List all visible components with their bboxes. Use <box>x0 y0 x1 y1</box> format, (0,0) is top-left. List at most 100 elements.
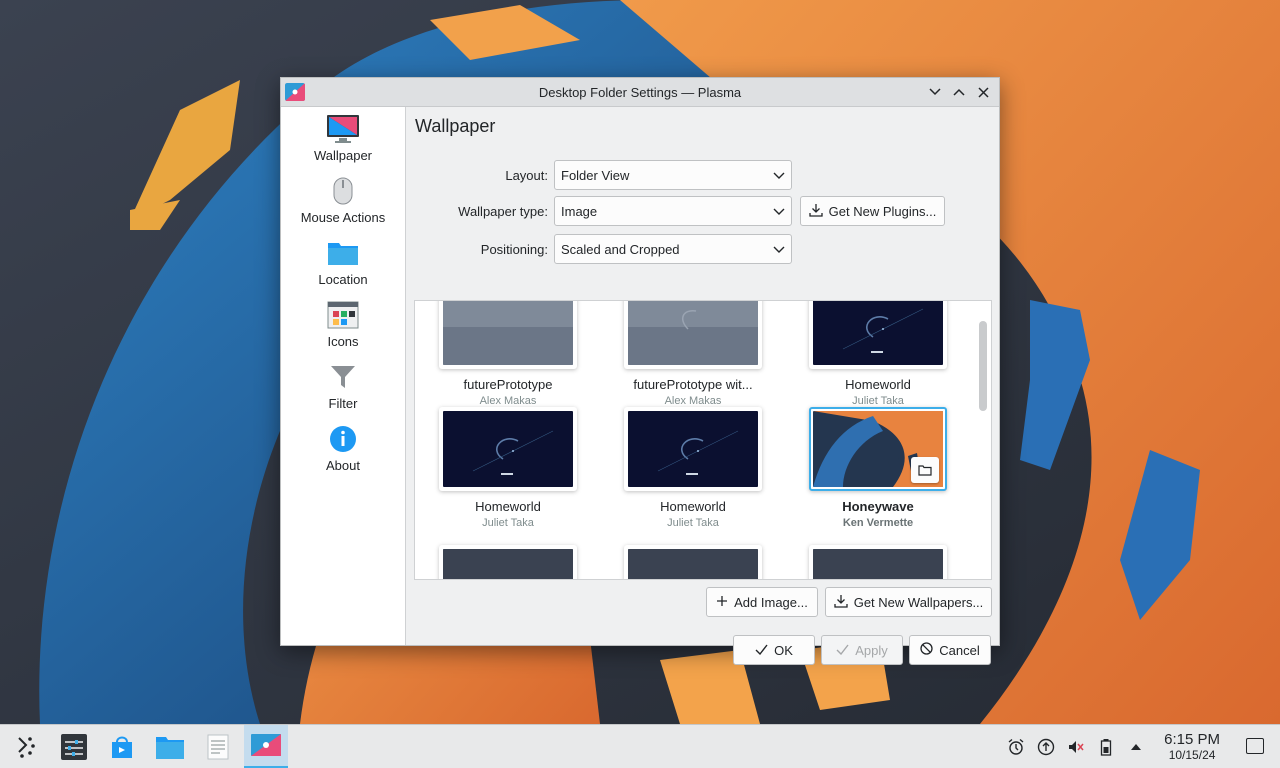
sidebar-item-label: About <box>326 458 360 473</box>
cancel-button[interactable]: Cancel <box>909 635 991 665</box>
expand-tray-icon[interactable] <box>1126 737 1146 757</box>
chevron-down-icon <box>773 168 785 185</box>
sidebar-item-label: Mouse Actions <box>300 210 386 225</box>
taskbar: 6:15 PM 10/15/24 <box>0 724 1280 768</box>
folder-icon <box>326 237 360 269</box>
settings-dialog: Desktop Folder Settings — Plasma Wallpap… <box>280 77 1000 665</box>
gallery-scrollbar[interactable] <box>979 321 987 411</box>
sidebar-item-label: Filter <box>328 396 358 411</box>
wallpaper-author: Alex Makas <box>479 395 537 407</box>
digital-clock[interactable]: 6:15 PM 10/15/24 <box>1164 732 1220 762</box>
wallpaper-gallery[interactable]: futurePrototype Alex Makas futurePrototype… <box>414 300 992 580</box>
get-new-plugins-label: Get New Plugins... <box>828 203 937 219</box>
battery-icon[interactable] <box>1096 737 1116 757</box>
wallpaper-preview-image <box>628 549 758 579</box>
clock-time: 6:15 PM <box>1164 731 1220 749</box>
cancel-label: Cancel <box>939 642 980 658</box>
wallpaper-thumbnail[interactable] <box>809 407 947 491</box>
open-folder-icon[interactable] <box>911 457 939 483</box>
apply-label: Apply <box>855 642 888 658</box>
system-tray: 6:15 PM 10/15/24 <box>1006 725 1220 768</box>
wallpaper-name: futurePrototype wit... <box>633 377 753 392</box>
wallpaper-preview-image <box>443 549 573 579</box>
wallpaper-thumbnail[interactable] <box>624 301 762 369</box>
title-bar[interactable]: Desktop Folder Settings — Plasma <box>281 78 999 107</box>
checkmark-icon <box>755 643 768 658</box>
wallpaper-thumbnail[interactable] <box>624 545 762 579</box>
positioning-value: Scaled and Cropped <box>561 241 680 257</box>
wallpaper-author: Alex Makas <box>664 395 722 407</box>
download-icon <box>834 594 848 611</box>
update-icon[interactable] <box>1036 737 1056 757</box>
sidebar-item-label: Icons <box>327 334 359 349</box>
cancel-icon <box>920 642 933 658</box>
settings-sidebar: Wallpaper Mouse Actions Location Icons F… <box>281 107 406 645</box>
discover-icon[interactable] <box>100 725 144 768</box>
positioning-combo[interactable]: Scaled and Cropped <box>554 234 792 264</box>
app-launcher-icon[interactable] <box>4 725 48 768</box>
get-new-plugins-button[interactable]: Get New Plugins... <box>800 196 945 226</box>
wallpaper-type-combo[interactable]: Image <box>554 196 792 226</box>
get-new-wallpapers-button[interactable]: Get New Wallpapers... <box>825 587 992 617</box>
wallpaper-thumbnail[interactable] <box>439 407 577 491</box>
close-icon[interactable] <box>973 82 993 102</box>
plasma-settings-icon[interactable] <box>244 724 288 768</box>
icons-grid-icon <box>326 299 360 331</box>
clock-date: 10/15/24 <box>1168 747 1216 762</box>
wallpaper-name: Homeworld <box>660 499 726 514</box>
get-new-wallpapers-label: Get New Wallpapers... <box>853 594 984 610</box>
layout-value: Folder View <box>561 167 630 183</box>
download-icon <box>809 203 823 220</box>
add-image-button[interactable]: Add Image... <box>706 587 818 617</box>
layout-label: Layout: <box>505 167 548 183</box>
sidebar-item-icons[interactable]: Icons <box>281 297 405 359</box>
sidebar-item-location[interactable]: Location <box>281 235 405 297</box>
wallpaper-preview-image <box>813 301 943 365</box>
plus-icon <box>716 595 728 610</box>
main-panel: Wallpaper Layout: Folder View Wallpaper … <box>406 107 999 665</box>
wallpaper-name: futurePrototype <box>463 377 553 392</box>
checkmark-icon <box>836 643 849 658</box>
mouse-icon <box>326 175 360 207</box>
wallpaper-author: Juliet Taka <box>852 395 904 407</box>
minimize-icon[interactable] <box>925 82 945 102</box>
wallpaper-thumbnail[interactable] <box>809 301 947 369</box>
chevron-down-icon <box>773 204 785 221</box>
apply-button[interactable]: Apply <box>821 635 903 665</box>
show-desktop-icon[interactable] <box>1246 738 1264 754</box>
file-manager-icon[interactable] <box>148 725 192 768</box>
maximize-icon[interactable] <box>949 82 969 102</box>
sidebar-item-about[interactable]: About <box>281 421 405 483</box>
wallpaper-thumbnail[interactable] <box>439 301 577 369</box>
wallpaper-author: Juliet Taka <box>667 517 719 529</box>
wallpaper-preview-image <box>443 411 573 487</box>
wallpaper-author: Juliet Taka <box>482 517 534 529</box>
wallpaper-thumbnail[interactable] <box>439 545 577 579</box>
layout-combo[interactable]: Folder View <box>554 160 792 190</box>
volume-muted-icon[interactable] <box>1066 737 1086 757</box>
wallpaper-preview-image <box>443 301 573 365</box>
sidebar-item-label: Location <box>318 272 368 287</box>
plasma-app-icon <box>285 83 305 101</box>
ok-button[interactable]: OK <box>733 635 815 665</box>
monitor-icon <box>326 113 360 145</box>
sidebar-item-label: Wallpaper <box>313 148 373 163</box>
system-settings-icon[interactable] <box>52 725 96 768</box>
ok-label: OK <box>774 642 793 658</box>
wallpaper-name: Homeworld <box>475 499 541 514</box>
alarm-icon[interactable] <box>1006 737 1026 757</box>
wallpaper-preview-image <box>813 549 943 579</box>
sidebar-item-filter[interactable]: Filter <box>281 359 405 421</box>
sidebar-item-wallpaper[interactable]: Wallpaper <box>281 111 405 173</box>
sidebar-item-mouse-actions[interactable]: Mouse Actions <box>281 173 405 235</box>
text-editor-icon[interactable] <box>196 725 240 768</box>
window-title: Desktop Folder Settings — Plasma <box>538 84 742 100</box>
wallpaper-author: Ken Vermette <box>842 517 914 529</box>
wallpaper-type-label: Wallpaper type: <box>458 203 548 219</box>
wallpaper-name: Homeworld <box>845 377 911 392</box>
wallpaper-thumbnail[interactable] <box>624 407 762 491</box>
chevron-down-icon <box>773 242 785 259</box>
wallpaper-thumbnail[interactable] <box>809 545 947 579</box>
wallpaper-type-value: Image <box>561 203 598 219</box>
add-image-label: Add Image... <box>734 594 808 610</box>
